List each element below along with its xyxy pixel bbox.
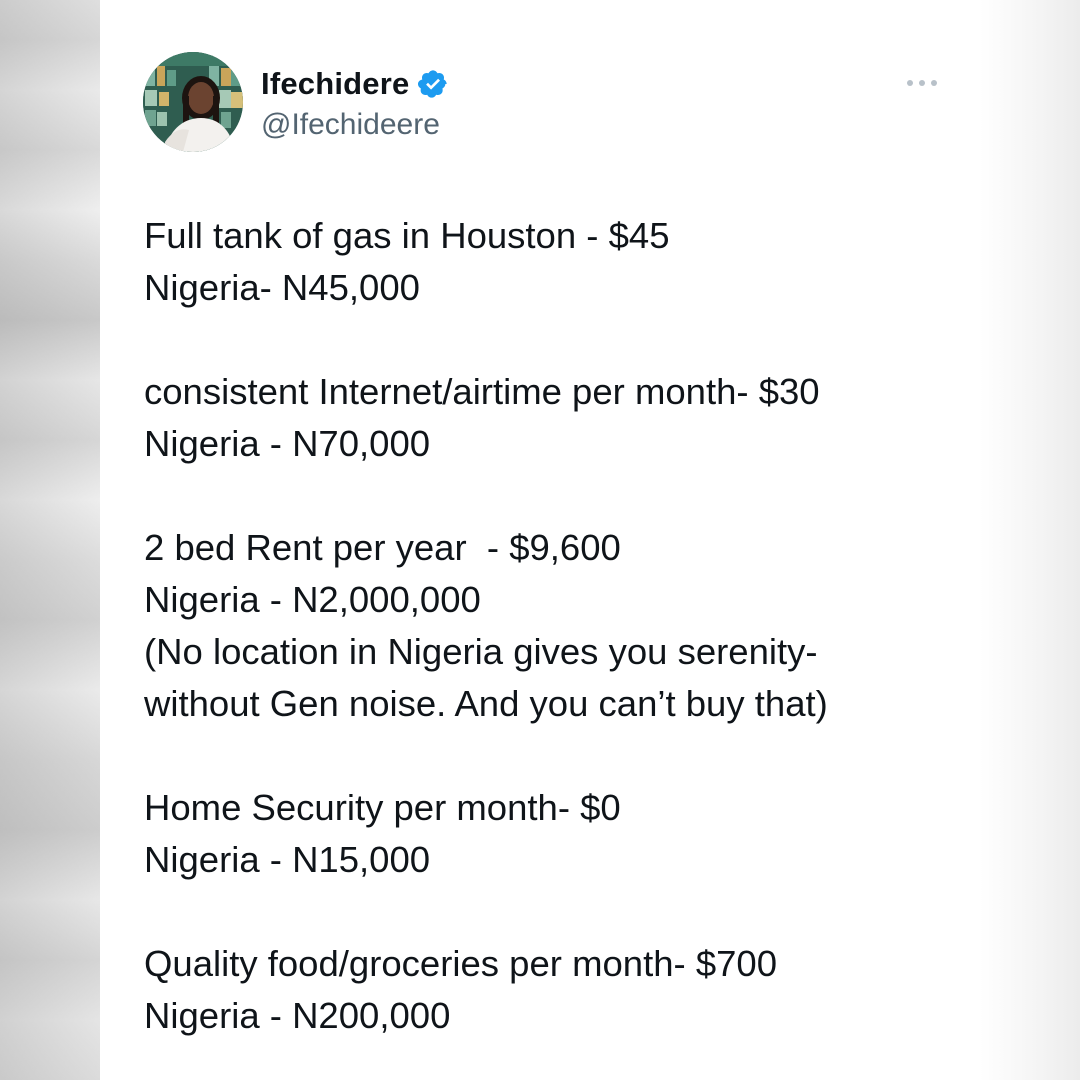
- tweet-line: Quality food/groceries per month- $700: [144, 943, 778, 984]
- tweet-line: Nigeria - N15,000: [144, 839, 431, 880]
- tweet-line: Nigeria- N45,000: [144, 267, 420, 308]
- tweet-header: Ifechidere @Ifechideere: [143, 52, 943, 156]
- user-handle[interactable]: @Ifechideere: [261, 108, 440, 142]
- tweet-line: Home Security per month- $0: [144, 787, 621, 828]
- verified-badge-icon: [417, 68, 449, 100]
- tweet-line: (No location in Nigeria gives you sereni…: [144, 631, 818, 672]
- tweet-line: consistent Internet/airtime per month- $…: [144, 371, 820, 412]
- tweet-line: Full tank of gas in Houston - $45: [144, 215, 670, 256]
- avatar[interactable]: [143, 52, 243, 152]
- tweet-line: 2 bed Rent per year - $9,600: [144, 527, 621, 568]
- profile-photo-icon: [143, 52, 243, 152]
- tweet-line: Nigeria - N200,000: [144, 995, 451, 1036]
- tweet-card: Ifechidere @Ifechideere Full tank of gas…: [100, 0, 980, 1080]
- more-options-icon[interactable]: [903, 68, 943, 98]
- tweet-line: Nigeria - N70,000: [144, 423, 431, 464]
- tweet-line: Nigeria - N2,000,000: [144, 579, 481, 620]
- tweet-line: without Gen noise. And you can’t buy tha…: [144, 683, 828, 724]
- tweet-text: Full tank of gas in Houston - $45 Nigeri…: [144, 210, 944, 1042]
- blurred-background-left: [0, 0, 100, 1080]
- blurred-background-right: [980, 0, 1080, 1080]
- name-row: Ifechidere: [261, 64, 449, 104]
- display-name[interactable]: Ifechidere: [261, 66, 409, 102]
